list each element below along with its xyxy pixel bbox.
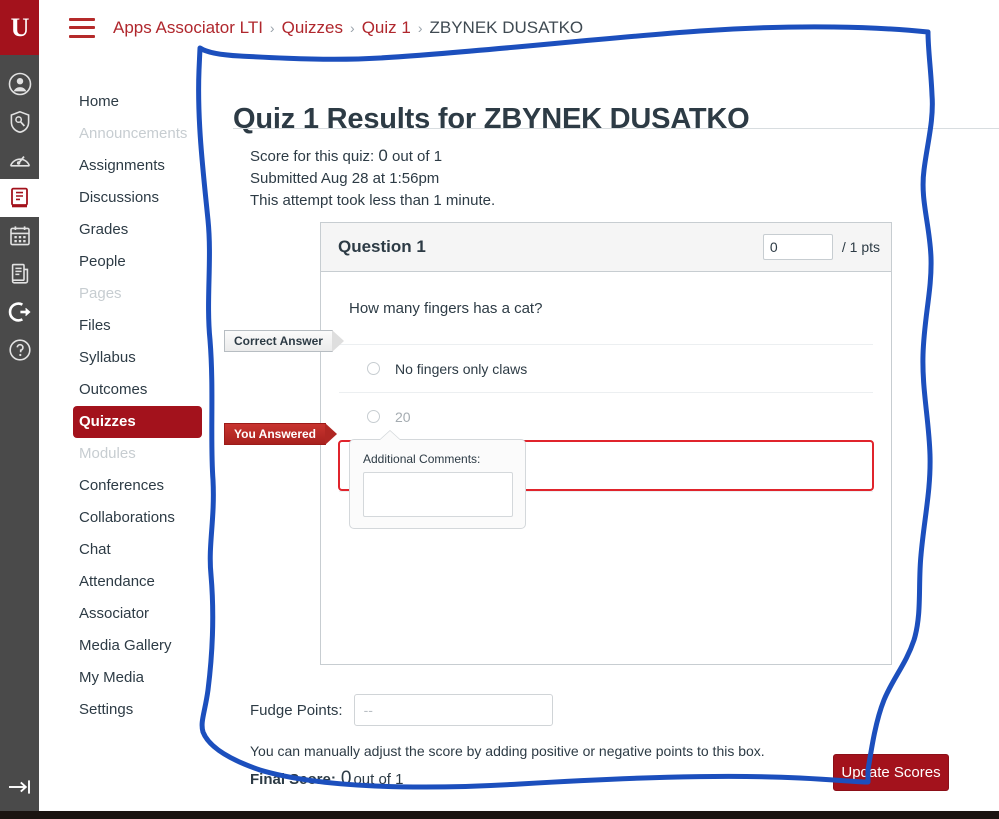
hamburger-line-3	[69, 34, 95, 38]
global-navigation: U	[0, 0, 39, 811]
radio-icon[interactable]	[367, 362, 380, 375]
global-nav-dashboard[interactable]	[0, 141, 39, 179]
fudge-points-row: Fudge Points:	[250, 694, 553, 726]
final-score-label: Final Score:	[250, 771, 336, 788]
global-nav-items	[0, 55, 39, 369]
logout-icon	[8, 300, 32, 324]
global-nav-account[interactable]	[0, 65, 39, 103]
expand-nav-button[interactable]	[0, 767, 39, 811]
course-nav-attendance[interactable]: Attendance	[73, 566, 202, 598]
global-nav-inbox[interactable]	[0, 255, 39, 293]
global-nav-admin[interactable]	[0, 103, 39, 141]
global-nav-calendar[interactable]	[0, 217, 39, 255]
course-nav-assignments[interactable]: Assignments	[73, 150, 202, 182]
help-icon	[8, 338, 32, 362]
courses-icon	[8, 186, 32, 210]
course-nav-conferences[interactable]: Conferences	[73, 470, 202, 502]
question-score-input[interactable]	[762, 234, 833, 260]
course-nav-home[interactable]: Home	[73, 86, 202, 118]
hamburger-line-2	[69, 26, 95, 29]
answer-label: No fingers only claws	[395, 360, 528, 377]
course-nav-media-gallery[interactable]: Media Gallery	[73, 630, 202, 662]
fudge-points-help-text: You can manually adjust the score by add…	[250, 743, 765, 759]
course-nav-grades[interactable]: Grades	[73, 214, 202, 246]
course-nav-outcomes[interactable]: Outcomes	[73, 374, 202, 406]
expand-nav-icon	[7, 777, 33, 802]
answer-row[interactable]: 20	[339, 392, 873, 440]
course-nav-people[interactable]: People	[73, 246, 202, 278]
summary-duration: This attempt took less than 1 minute.	[250, 192, 496, 209]
breadcrumb: Apps Associator LTI › Quizzes › Quiz 1 ›…	[113, 18, 583, 38]
final-score-suffix: out of 1	[353, 771, 404, 788]
global-nav-courses[interactable]	[0, 179, 39, 217]
fudge-points-input[interactable]	[353, 694, 553, 726]
account-icon	[8, 72, 32, 96]
summary-score-label: Score for this quiz:	[250, 148, 375, 165]
breadcrumb-item-student: ZBYNEK DUSATKO	[429, 17, 584, 37]
calendar-icon	[8, 224, 32, 248]
institution-logo[interactable]: U	[0, 0, 39, 55]
course-navigation: Home Announcements Assignments Discussio…	[39, 55, 219, 811]
course-nav-files[interactable]: Files	[73, 310, 202, 342]
breadcrumb-item-quiz[interactable]: Quiz 1	[362, 18, 411, 38]
question-text: How many fingers has a cat?	[349, 300, 543, 317]
bottom-edge-strip	[0, 811, 999, 819]
breadcrumb-separator-3: ›	[417, 19, 423, 36]
final-score-row: Final Score: 0 out of 1	[250, 768, 403, 790]
logo-glyph: U	[10, 12, 30, 42]
update-scores-button[interactable]: Update Scores	[833, 754, 949, 791]
summary-score-suffix: out of 1	[392, 148, 443, 165]
additional-comments-textarea[interactable]	[363, 472, 513, 517]
global-nav-help[interactable]	[0, 331, 39, 369]
answer-label: 20	[395, 408, 411, 425]
course-nav-pages[interactable]: Pages	[73, 278, 202, 310]
course-nav-collaborations[interactable]: Collaborations	[73, 502, 202, 534]
admin-icon	[8, 110, 32, 134]
course-nav-chat[interactable]: Chat	[73, 534, 202, 566]
correct-answer-badge: Correct Answer	[224, 330, 344, 352]
breadcrumb-separator-2: ›	[350, 19, 355, 36]
breadcrumb-separator-1: ›	[269, 19, 275, 36]
course-nav-discussions[interactable]: Discussions	[73, 182, 202, 214]
menu-toggle-button[interactable]	[69, 17, 95, 38]
top-breadcrumb-bar: Apps Associator LTI › Quizzes › Quiz 1 ›…	[39, 0, 999, 55]
canvas-app-window: U Apps Associator LTI › Quizzes › Quiz 1…	[0, 0, 999, 819]
breadcrumb-item-quizzes[interactable]: Quizzes	[282, 18, 343, 38]
course-nav-announcements[interactable]: Announcements	[73, 118, 202, 150]
quiz-results-content: Quiz 1 Results for ZBYNEK DUSATKO Score …	[219, 55, 999, 811]
title-divider	[233, 128, 999, 129]
course-nav-modules[interactable]: Modules	[73, 438, 202, 470]
course-nav-my-media[interactable]: My Media	[73, 662, 202, 694]
fudge-points-label: Fudge Points:	[250, 701, 343, 719]
question-points-possible: / 1 pts	[841, 239, 880, 255]
radio-icon[interactable]	[367, 410, 380, 423]
summary-score-value: 0	[378, 146, 388, 165]
answer-row[interactable]: No fingers only claws	[339, 344, 873, 392]
course-nav-settings[interactable]: Settings	[73, 694, 202, 726]
you-answered-badge: You Answered	[224, 423, 338, 445]
dashboard-icon	[8, 148, 32, 172]
breadcrumb-item-course[interactable]: Apps Associator LTI	[113, 18, 263, 38]
inbox-icon	[8, 262, 32, 286]
question-name: Question 1	[338, 237, 426, 256]
course-nav-associator[interactable]: Associator	[73, 598, 202, 630]
summary-submitted: Submitted Aug 28 at 1:56pm	[250, 170, 440, 187]
course-nav-quizzes[interactable]: Quizzes	[73, 406, 202, 438]
final-score-value: 0	[340, 768, 352, 789]
page-title: Quiz 1 Results for ZBYNEK DUSATKO	[233, 103, 750, 136]
additional-comments-bubble: Additional Comments:	[349, 430, 526, 529]
quiz-summary: Score for this quiz: 0 out of 1 Submitte…	[250, 145, 495, 212]
hamburger-line-1	[69, 17, 95, 21]
course-nav-syllabus[interactable]: Syllabus	[73, 342, 202, 374]
summary-score-line: Score for this quiz: 0 out of 1	[250, 145, 495, 168]
additional-comments-label: Additional Comments:	[363, 452, 481, 466]
global-nav-logout[interactable]	[0, 293, 39, 331]
question-header: Question 1 / 1 pts	[321, 223, 891, 272]
